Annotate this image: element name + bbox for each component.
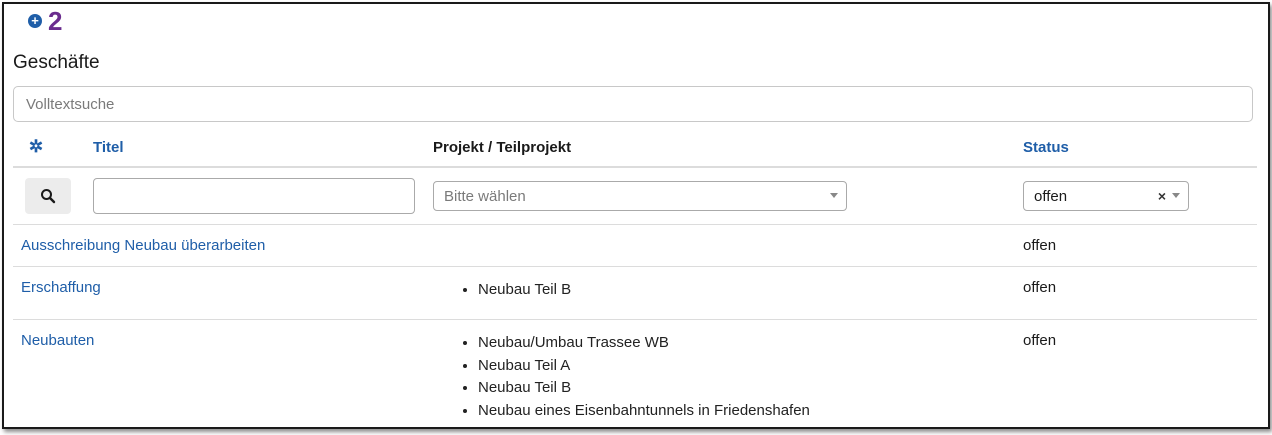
row-title-link[interactable]: Ausschreibung Neubau überarbeiten — [21, 237, 265, 254]
step-number: 2 — [48, 6, 63, 36]
step-marker: + 2 — [28, 8, 62, 34]
row-title-link[interactable]: Neubauten — [21, 332, 94, 349]
gear-icon[interactable]: ✲ — [21, 137, 51, 157]
row-title-link[interactable]: Erschaffung — [21, 279, 101, 296]
business-table: ✲ Titel Projekt / Teilprojekt Status Bit… — [13, 128, 1257, 427]
table-row[interactable]: Neubauten Neubau/Umbau Trassee WB Neubau… — [13, 319, 1257, 427]
chevron-down-icon — [1172, 193, 1180, 198]
project-item: Neubau Teil B — [478, 377, 1007, 400]
table-row[interactable]: Ausschreibung Neubau überarbeiten offen — [13, 224, 1257, 267]
project-item: Neubau Teil A — [478, 355, 1007, 378]
project-item: Neubau/Umbau Trassee WB — [478, 332, 1007, 355]
status-filter-value: offen — [1034, 187, 1068, 205]
row-status: offen — [1023, 279, 1057, 296]
project-filter-placeholder: Bitte wählen — [444, 187, 526, 205]
row-status: offen — [1023, 237, 1057, 254]
project-filter-select[interactable]: Bitte wählen — [433, 181, 847, 211]
filter-row: Bitte wählen offen × — [13, 166, 1257, 225]
settings-header: ✲ — [13, 128, 85, 168]
title-filter-input[interactable] — [93, 178, 415, 214]
plus-circle-icon[interactable]: + — [28, 14, 42, 28]
column-header-project: Projekt / Teilprojekt — [425, 128, 1015, 168]
page-title: Geschäfte — [13, 52, 100, 73]
project-item: Neubau eines Eisenbahntunnels in Frieden… — [478, 400, 1007, 423]
search-icon — [41, 189, 56, 204]
project-list: Neubau/Umbau Trassee WB Neubau Teil A Ne… — [433, 332, 1007, 422]
table-row[interactable]: Erschaffung Neubau Teil B offen — [13, 266, 1257, 320]
clear-icon[interactable]: × — [1158, 188, 1166, 204]
chevron-down-icon — [830, 193, 838, 198]
project-item: Neubau Teil B — [478, 279, 1007, 302]
column-header-title[interactable]: Titel — [85, 128, 425, 168]
project-list: Neubau Teil B — [433, 279, 1007, 302]
window-frame: + 2 Geschäfte ✲ Titel Projekt / Teilproj… — [2, 2, 1270, 429]
row-status: offen — [1023, 332, 1057, 349]
search-button[interactable] — [25, 178, 71, 214]
status-filter-select[interactable]: offen × — [1023, 181, 1189, 211]
table-header: ✲ Titel Projekt / Teilprojekt Status — [13, 128, 1257, 168]
fulltext-search-input[interactable] — [13, 86, 1253, 122]
column-header-status[interactable]: Status — [1015, 128, 1257, 168]
